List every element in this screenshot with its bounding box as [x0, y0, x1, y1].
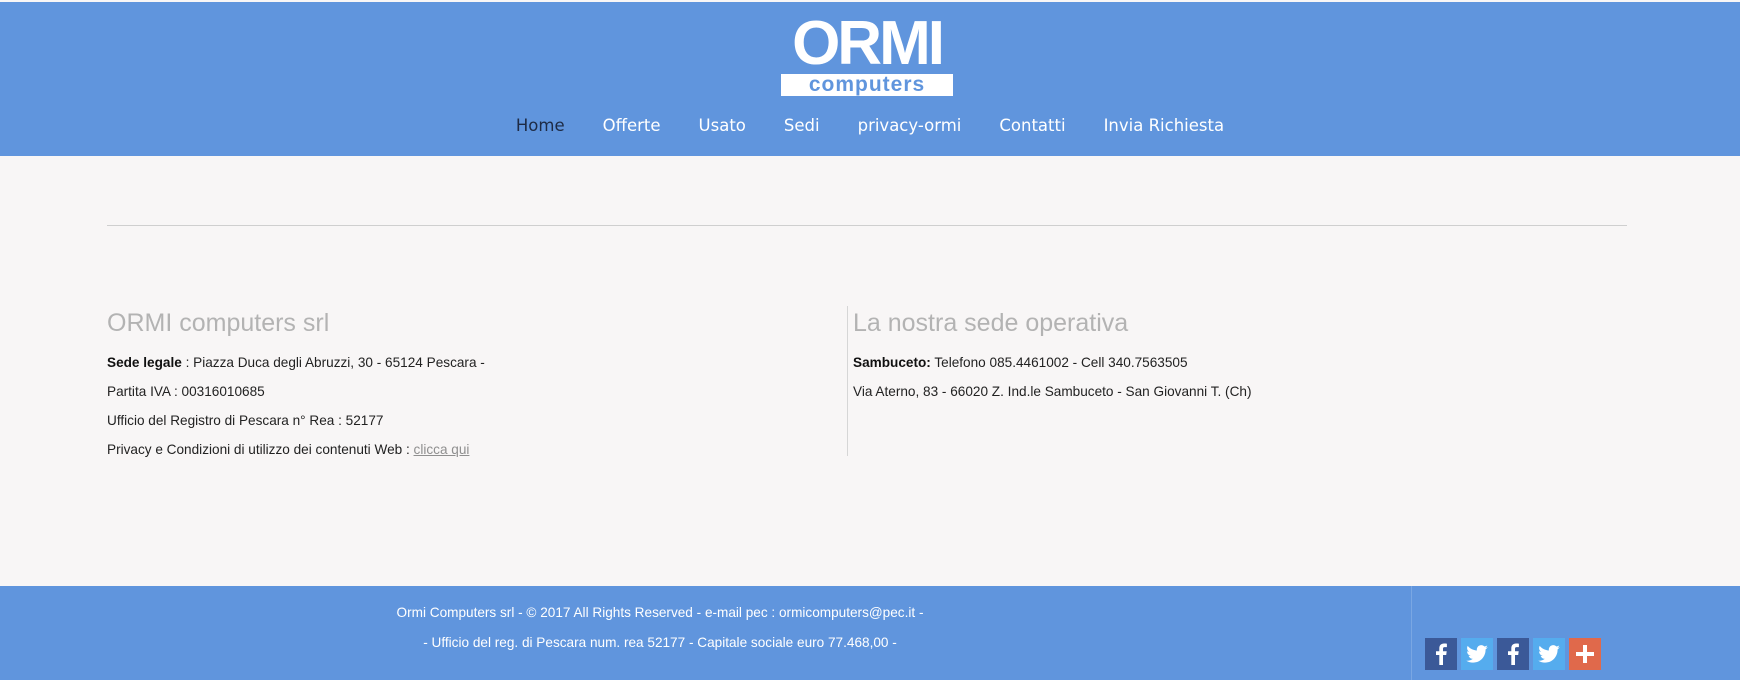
twitter-icon — [1538, 645, 1560, 663]
facebook-icon — [1436, 643, 1447, 665]
logo-main-text: ORMI — [792, 9, 945, 78]
privacy-line: Privacy e Condizioni di utilizzo dei con… — [107, 435, 827, 464]
more-share-button[interactable] — [1569, 638, 1601, 670]
company-title: ORMI computers srl — [107, 309, 330, 337]
operativa-title: La nostra sede operativa — [853, 309, 1129, 337]
content-divider — [107, 225, 1627, 226]
sede-legale-value: : Piazza Duca degli Abruzzi, 30 - 65124 … — [181, 355, 485, 370]
sede-legale-label: Sede legale — [107, 355, 182, 370]
site-header: ORMI computers Home Offerte Usato Sedi p… — [0, 2, 1740, 156]
facebook-share-button-2[interactable] — [1497, 638, 1529, 670]
nav-item-offerte[interactable]: Offerte — [584, 112, 680, 140]
twitter-share-button-2[interactable] — [1533, 638, 1565, 670]
footer-line-1: Ormi Computers srl - © 2017 All Rights R… — [396, 605, 924, 620]
facebook-icon — [1508, 643, 1519, 665]
facebook-share-button[interactable] — [1425, 638, 1457, 670]
plus-icon — [1576, 645, 1594, 663]
nav-item-contatti[interactable]: Contatti — [980, 112, 1084, 140]
social-share-bar — [1425, 638, 1601, 670]
main-nav: Home Offerte Usato Sedi privacy-ormi Con… — [0, 112, 1740, 140]
privacy-text: Privacy e Condizioni di utilizzo dei con… — [107, 442, 414, 457]
operativa-address: Via Aterno, 83 - 66020 Z. Ind.le Sambuce… — [853, 384, 1252, 399]
twitter-icon — [1466, 645, 1488, 663]
sede-operativa: La nostra sede operativa Sambuceto: Tele… — [847, 306, 1547, 456]
phones-value: Telefono 085.4461002 - Cell 340.7563505 — [930, 355, 1188, 370]
sambuceto-label: Sambuceto: — [853, 355, 931, 370]
nav-item-privacy-ormi[interactable]: privacy-ormi — [839, 112, 981, 140]
nav-item-invia-richiesta[interactable]: Invia Richiesta — [1085, 112, 1244, 140]
sede-legale-line: Sede legale : Piazza Duca degli Abruzzi,… — [107, 348, 827, 377]
footer-separator — [1411, 586, 1412, 680]
ormi-logo[interactable]: ORMI computers — [781, 9, 953, 96]
footer-line-2: - Ufficio del reg. di Pescara num. rea 5… — [423, 635, 897, 650]
nav-item-usato[interactable]: Usato — [680, 112, 765, 140]
company-info: ORMI computers srl Sede legale : Piazza … — [107, 306, 827, 464]
registro-rea: Ufficio del Registro di Pescara n° Rea :… — [107, 413, 384, 428]
sambuceto-phones: Sambuceto: Telefono 085.4461002 - Cell 3… — [853, 348, 1547, 377]
nav-item-home[interactable]: Home — [497, 112, 584, 140]
twitter-share-button[interactable] — [1461, 638, 1493, 670]
privacy-link[interactable]: clicca qui — [414, 442, 470, 457]
footer-text: Ormi Computers srl - © 2017 All Rights R… — [340, 598, 980, 658]
nav-item-sedi[interactable]: Sedi — [765, 112, 839, 140]
partita-iva: Partita IVA : 00316010685 — [107, 384, 265, 399]
